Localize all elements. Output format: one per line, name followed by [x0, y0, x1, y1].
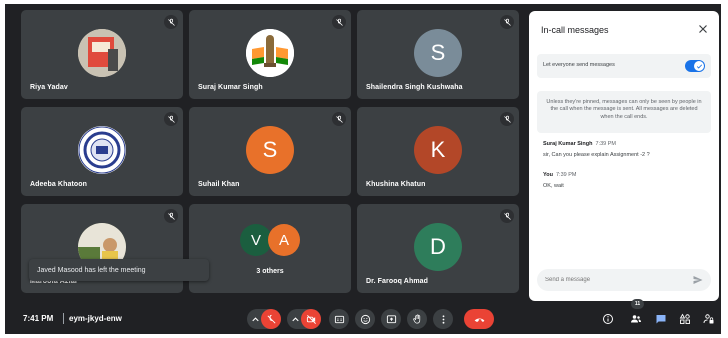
message-time: 7:39 PM [595, 141, 616, 147]
letter-avatar: D [414, 223, 462, 271]
people-button[interactable] [629, 312, 642, 325]
participant-name: Suraj Kumar Singh [198, 84, 263, 91]
captions-button[interactable] [329, 309, 349, 329]
participant-tile[interactable]: S Suhail Khan [189, 107, 351, 196]
allow-messages-label: Let everyone send messages [543, 62, 615, 68]
hand-icon [412, 314, 420, 324]
others-label: 3 others [256, 268, 284, 275]
present-button[interactable] [381, 309, 401, 329]
mic-off-icon [164, 209, 178, 223]
mic-off-icon [500, 209, 514, 223]
divider [63, 313, 64, 324]
letter-avatar: K [414, 126, 462, 174]
message-sender: You [543, 172, 553, 178]
participant-tile[interactable]: D Dr. Farooq Ahmad [357, 204, 519, 293]
leave-call-button[interactable] [464, 309, 494, 329]
letter-avatar: S [246, 126, 294, 174]
chat-panel: In-call messages Let everyone send messa… [529, 11, 719, 301]
others-tile[interactable]: V A 3 others [189, 204, 351, 293]
participant-name: Shailendra Singh Kushwaha [366, 84, 463, 91]
present-screen-icon [386, 314, 396, 323]
chat-button[interactable] [654, 312, 667, 325]
meet-stage: Riya Yadav Suraj Kumar Singh S Shailendr… [5, 4, 721, 334]
more-vert-icon [442, 314, 444, 324]
camera-toggle-button[interactable] [301, 309, 321, 329]
participant-tile[interactable]: S Shailendra Singh Kushwaha [357, 10, 519, 99]
chevron-up-icon [251, 316, 259, 321]
shapes-icon [679, 313, 690, 324]
raise-hand-button[interactable] [407, 309, 427, 329]
chat-notice: Unless they're pinned, messages can only… [537, 91, 711, 133]
lock-person-icon [703, 313, 713, 323]
camera-off-icon [306, 314, 316, 324]
hang-up-icon [474, 318, 484, 322]
mic-toggle-button[interactable] [261, 309, 281, 329]
reactions-button[interactable] [355, 309, 375, 329]
host-controls-button[interactable] [702, 312, 715, 325]
participant-name: Khushina Khatun [366, 181, 426, 188]
allow-messages-toggle[interactable] [685, 60, 705, 72]
mic-off-icon [267, 314, 275, 323]
participant-name: Adeeba Khatoon [30, 181, 88, 188]
others-avatar: A [268, 224, 300, 256]
message-input[interactable] [545, 273, 685, 287]
participant-tile[interactable]: Suraj Kumar Singh [189, 10, 351, 99]
meeting-code: eym-jkyd-enw [69, 314, 122, 323]
message-sender: Suraj Kumar Singh [543, 141, 593, 147]
more-options-button[interactable] [433, 309, 453, 329]
mic-options-button[interactable] [248, 309, 262, 329]
participant-photo [78, 29, 126, 77]
chat-message: Suraj Kumar Singh 7:39 PM sir, Can you pl… [543, 141, 650, 158]
allow-messages-row: Let everyone send messages [537, 54, 711, 78]
seal-avatar [78, 126, 126, 174]
camera-options-button[interactable] [288, 309, 302, 329]
activities-button[interactable] [678, 312, 691, 325]
mic-off-icon [500, 15, 514, 29]
participant-tile[interactable]: Riya Yadav [21, 10, 183, 99]
participant-tile[interactable]: K Khushina Khatun [357, 107, 519, 196]
participant-tile[interactable]: Adeeba Khatoon [21, 107, 183, 196]
participant-count-badge: 11 [631, 299, 644, 309]
people-icon [630, 314, 641, 322]
bottom-bar: 7:41 PM eym-jkyd-enw 11 [5, 299, 721, 334]
meeting-details-button[interactable] [601, 312, 614, 325]
message-text: OK, wait [543, 183, 564, 189]
participant-name: Suhail Khan [198, 181, 240, 188]
check-icon [694, 61, 704, 71]
mic-off-icon [164, 112, 178, 126]
send-icon[interactable] [692, 274, 704, 286]
chat-title: In-call messages [541, 25, 609, 35]
emblem-avatar [246, 29, 294, 77]
mic-off-icon [500, 112, 514, 126]
participant-name: Riya Yadav [30, 84, 68, 91]
smiley-icon [360, 314, 370, 324]
captions-icon [334, 315, 344, 323]
chevron-up-icon [291, 316, 299, 321]
message-box [537, 269, 711, 291]
chat-message: You 7:39 PM OK, wait [543, 172, 576, 189]
chat-icon [656, 314, 665, 323]
close-icon[interactable] [697, 23, 709, 35]
message-time: 7:39 PM [555, 172, 577, 178]
mic-off-icon [332, 15, 346, 29]
mic-off-icon [332, 112, 346, 126]
message-text: sir, Can you please explain Assignment -… [543, 152, 650, 158]
mic-off-icon [164, 15, 178, 29]
left-meeting-toast: Javed Masood has left the meeting [29, 259, 209, 281]
participant-name: Dr. Farooq Ahmad [366, 278, 429, 285]
letter-avatar: S [414, 29, 462, 77]
info-icon [602, 313, 613, 324]
clock-time: 7:41 PM [23, 314, 54, 323]
